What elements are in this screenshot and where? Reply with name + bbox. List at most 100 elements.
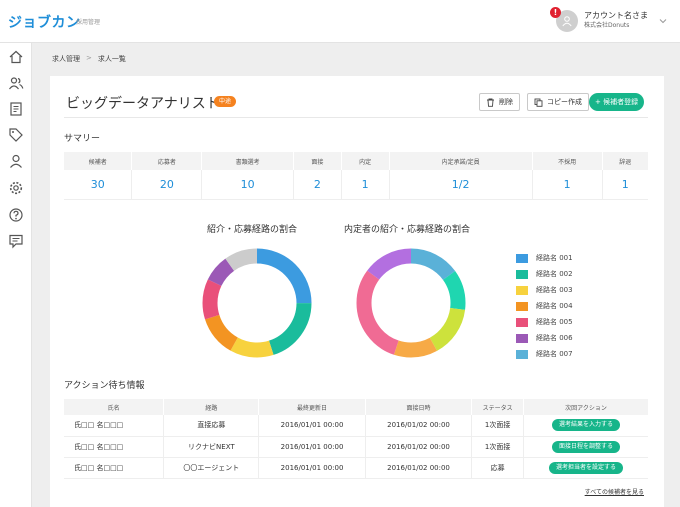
table-cell: 1次面接 bbox=[471, 436, 525, 458]
table-cell: 応募 bbox=[471, 457, 525, 479]
chart-title-routes: 紹介・応募経路の割合 bbox=[207, 225, 298, 235]
legend-label: 経路名 003 bbox=[536, 286, 573, 294]
trash-icon bbox=[487, 98, 494, 107]
summary-value[interactable]: 1 bbox=[602, 170, 648, 200]
legend-label: 経路名 004 bbox=[536, 302, 573, 310]
delete-label: 削除 bbox=[499, 98, 513, 106]
summary-column-header: 面接 bbox=[293, 152, 342, 170]
copy-icon bbox=[534, 98, 543, 107]
legend-swatch bbox=[516, 253, 528, 263]
person-icon[interactable] bbox=[8, 153, 24, 169]
help-icon[interactable] bbox=[8, 207, 24, 223]
summary-value[interactable]: 1 bbox=[532, 170, 603, 200]
legend-swatch bbox=[516, 333, 528, 343]
offer-routes-donut-chart bbox=[356, 248, 466, 358]
summary-value[interactable]: 30 bbox=[64, 170, 133, 200]
copy-button[interactable]: コピー作成 bbox=[527, 93, 589, 111]
summary-value[interactable]: 1/2 bbox=[389, 170, 533, 200]
next-action-button[interactable]: 選考担当者を設定する bbox=[549, 461, 624, 474]
legend-label: 経路名 002 bbox=[536, 270, 573, 278]
users-icon[interactable] bbox=[8, 75, 24, 91]
account-name: アカウント名さま bbox=[584, 11, 648, 20]
legend-label: 経路名 001 bbox=[536, 254, 573, 262]
table-cell: 2016/01/01 00:00 bbox=[258, 436, 366, 458]
breadcrumb-current: 求人一覧 bbox=[97, 55, 126, 63]
legend-label: 経路名 007 bbox=[536, 350, 573, 358]
divider bbox=[64, 117, 648, 118]
account-menu[interactable]: ! アカウント名さま 株式会社Donuts bbox=[550, 7, 668, 33]
job-detail-card: ビッグデータアナリスト 中途 削除 コピー作成 + 候補者登録 サマリー 候補者… bbox=[50, 76, 664, 507]
table-cell: 2016/01/01 00:00 bbox=[258, 457, 366, 479]
legend-swatch bbox=[516, 301, 528, 311]
chat-icon[interactable] bbox=[8, 233, 24, 249]
legend-label: 経路名 005 bbox=[536, 318, 573, 326]
legend-item: 経路名 005 bbox=[516, 314, 573, 330]
actions-column-header: 経路 bbox=[163, 399, 260, 415]
table-cell[interactable]: 氏□□ 名□□□ bbox=[64, 415, 165, 437]
next-action-button[interactable]: 面接日程を調整する bbox=[552, 440, 621, 453]
table-cell: 2016/01/02 00:00 bbox=[365, 436, 473, 458]
legend-swatch bbox=[516, 349, 528, 359]
table-cell: 1次面接 bbox=[471, 415, 525, 437]
copy-label: コピー作成 bbox=[547, 98, 582, 106]
chart-title-offer-routes: 内定者の紹介・応募経路の割合 bbox=[344, 225, 471, 235]
table-cell: 2016/01/01 00:00 bbox=[258, 415, 366, 437]
summary-value[interactable]: 20 bbox=[131, 170, 203, 200]
legend-swatch bbox=[516, 317, 528, 327]
table-cell: 面接日程を調整する bbox=[523, 436, 648, 458]
home-icon[interactable] bbox=[8, 49, 24, 65]
summary-value[interactable]: 1 bbox=[341, 170, 390, 200]
table-cell: 選考担当者を設定する bbox=[523, 457, 648, 479]
sidebar bbox=[0, 43, 32, 507]
company-name: 株式会社Donuts bbox=[584, 22, 630, 29]
tag-icon[interactable] bbox=[8, 127, 24, 143]
summary-column-header: 不採用 bbox=[532, 152, 603, 170]
gear-icon[interactable] bbox=[8, 180, 24, 196]
summary-header-row: 候補者 応募者 書類選考 面接 内定 内定承諾/定員 不採用 辞退 bbox=[64, 152, 648, 170]
table-cell: 選考結果を入力する bbox=[523, 415, 648, 437]
breadcrumb-parent[interactable]: 求人管理 bbox=[52, 54, 80, 64]
table-cell: リクナビNEXT bbox=[163, 436, 260, 458]
legend-label: 経路名 006 bbox=[536, 334, 573, 342]
document-icon[interactable] bbox=[8, 101, 24, 117]
summary-column-header: 辞退 bbox=[602, 152, 648, 170]
logo-subtitle: 採用管理 bbox=[76, 19, 101, 26]
chart-legend: 経路名 001 経路名 002 経路名 003 経路名 004 経路名 005 経路名 0… bbox=[516, 250, 573, 362]
legend-item: 経路名 007 bbox=[516, 346, 573, 362]
table-cell: 2016/01/02 00:00 bbox=[365, 415, 473, 437]
status-badge: 中途 bbox=[214, 96, 237, 107]
summary-value[interactable]: 10 bbox=[201, 170, 295, 200]
see-all-candidates-link[interactable]: すべての候補者を見る bbox=[585, 487, 644, 496]
top-header: ジョブカン 採用管理 ! アカウント名さま 株式会社Donuts bbox=[0, 0, 680, 43]
summary-title: サマリー bbox=[64, 134, 101, 144]
logo[interactable]: ジョブカン bbox=[8, 12, 81, 32]
actions-column-header: 最終更新日 bbox=[258, 399, 366, 415]
summary-column-header: 書類選考 bbox=[201, 152, 295, 170]
actions-table: 氏名 経路 最終更新日 面接日時 ステータス 次回アクション 氏□□ 名□□□ 直接応募 20… bbox=[64, 399, 648, 479]
actions-column-header: 面接日時 bbox=[365, 399, 473, 415]
actions-column-header: ステータス bbox=[471, 399, 525, 415]
page-title: ビッグデータアナリスト bbox=[66, 96, 220, 112]
summary-table: 候補者 応募者 書類選考 面接 内定 内定承諾/定員 不採用 辞退 30 20 10 2 1 1/2 1 1 bbox=[64, 152, 648, 200]
legend-item: 経路名 003 bbox=[516, 282, 573, 298]
summary-column-header: 内定 bbox=[341, 152, 390, 170]
legend-item: 経路名 001 bbox=[516, 250, 573, 266]
table-cell: 〇〇エージェント bbox=[163, 457, 260, 479]
summary-column-header: 応募者 bbox=[131, 152, 203, 170]
user-icon bbox=[562, 16, 572, 27]
legend-item: 経路名 006 bbox=[516, 330, 573, 346]
avatar-wrap: ! bbox=[550, 7, 578, 32]
legend-swatch bbox=[516, 269, 528, 279]
actions-header-row: 氏名 経路 最終更新日 面接日時 ステータス 次回アクション bbox=[64, 399, 648, 415]
routes-donut-chart bbox=[202, 248, 312, 358]
table-cell[interactable]: 氏□□ 名□□□ bbox=[64, 436, 165, 458]
table-cell[interactable]: 氏□□ 名□□□ bbox=[64, 457, 165, 479]
register-candidate-button[interactable]: + 候補者登録 bbox=[589, 93, 645, 111]
next-action-button[interactable]: 選考結果を入力する bbox=[552, 419, 621, 432]
chevron-down-icon[interactable] bbox=[658, 16, 668, 26]
summary-value[interactable]: 2 bbox=[293, 170, 342, 200]
notification-badge[interactable]: ! bbox=[550, 7, 561, 18]
breadcrumb: 求人管理 > 求人一覧 bbox=[52, 54, 126, 64]
legend-item: 経路名 004 bbox=[516, 298, 573, 314]
delete-button[interactable]: 削除 bbox=[479, 93, 520, 111]
